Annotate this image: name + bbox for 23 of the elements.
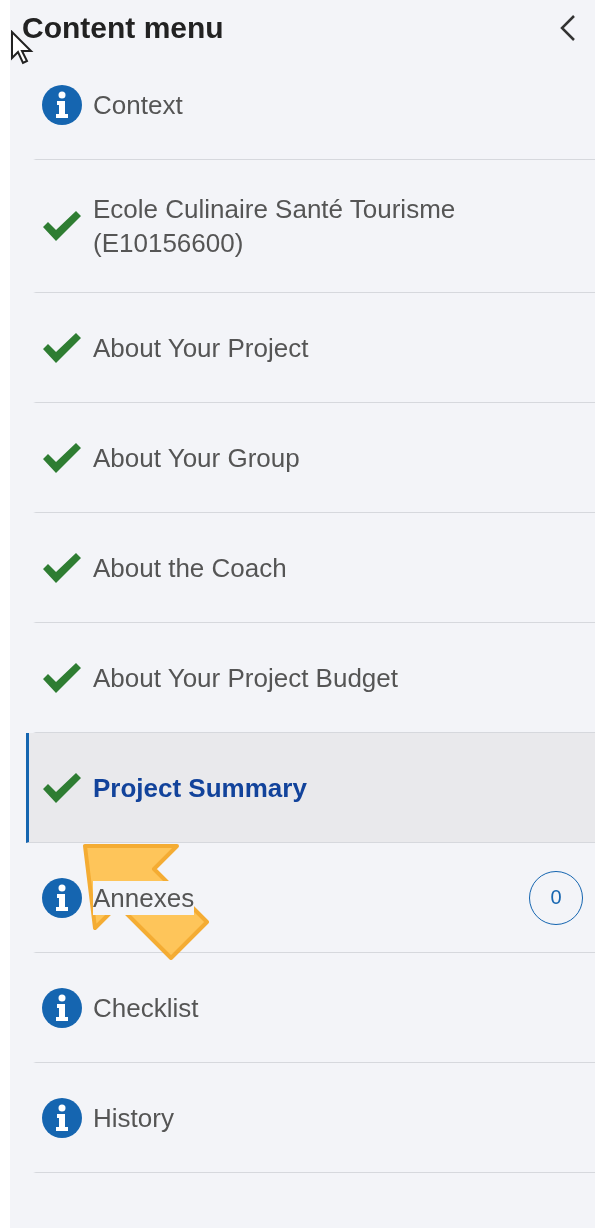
check-icon — [42, 210, 82, 242]
menu-item-label: Annexes — [93, 880, 195, 915]
check-icon — [42, 551, 82, 584]
check-icon — [42, 441, 82, 474]
menu-item[interactable]: Project Summary — [26, 733, 595, 843]
pointer-arrow-icon — [82, 843, 212, 963]
panel-title: Content menu — [22, 11, 224, 45]
check-icon — [42, 661, 82, 694]
menu-item[interactable]: About Your Project Budget — [33, 623, 595, 733]
check-icon — [42, 771, 82, 804]
info-icon — [42, 1097, 82, 1138]
info-icon — [42, 987, 82, 1028]
menu-item[interactable]: Context — [33, 50, 595, 160]
menu-item[interactable]: History — [33, 1063, 595, 1173]
info-icon — [42, 877, 82, 918]
menu-item[interactable]: About Your Group — [33, 403, 595, 513]
menu-item[interactable]: About Your Project — [33, 293, 595, 403]
menu-item[interactable]: Ecole Culinaire Santé Tourisme (E10156600) — [33, 160, 595, 293]
info-icon — [42, 84, 82, 125]
menu-item[interactable]: About the Coach — [33, 513, 595, 623]
collapse-chevron-icon[interactable] — [559, 14, 577, 42]
check-icon — [42, 331, 82, 364]
menu-item[interactable]: Checklist — [33, 953, 595, 1063]
